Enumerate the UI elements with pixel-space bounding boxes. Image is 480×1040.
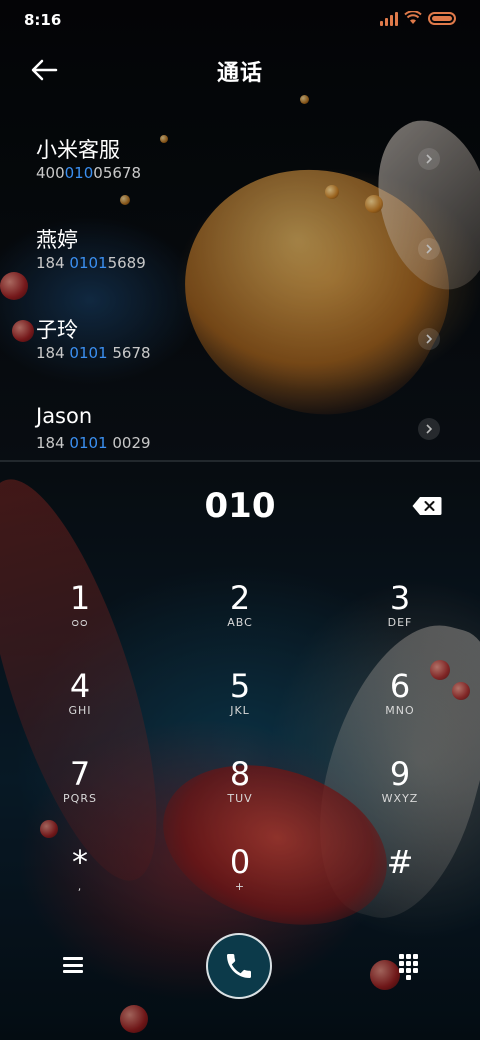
phone-icon — [227, 954, 251, 978]
key-star[interactable]: *, — [20, 842, 140, 922]
contact-number: 40001005678 — [36, 164, 141, 182]
status-icons — [380, 10, 456, 26]
backspace-icon[interactable] — [412, 496, 442, 516]
chevron-right-icon[interactable] — [418, 328, 440, 350]
contact-name: 子玲 — [36, 318, 78, 342]
chevron-right-icon[interactable] — [418, 418, 440, 440]
signal-icon — [380, 10, 398, 26]
voicemail-icon: ᴑᴑ — [71, 616, 89, 629]
chevron-right-icon[interactable] — [418, 148, 440, 170]
key-8[interactable]: 8 TUV — [180, 754, 300, 834]
dial-keypad: 1 ᴑᴑ 2 ABC 3 DEF 4 GHI 5 JKL 6 MNO 7 PQRS 8 TUV … — [0, 570, 480, 920]
contact-name: 燕婷 — [36, 228, 78, 252]
key-6[interactable]: 6 MNO — [340, 666, 460, 746]
divider — [0, 460, 480, 462]
key-9[interactable]: 9 WXYZ — [340, 754, 460, 834]
battery-icon — [428, 11, 456, 25]
key-0[interactable]: 0 + — [180, 842, 300, 922]
contact-item[interactable]: 燕婷 184 01015689 — [0, 210, 480, 290]
contact-number: 184 0101 0029 — [36, 434, 151, 452]
menu-icon[interactable] — [63, 957, 83, 973]
key-3[interactable]: 3 DEF — [340, 578, 460, 658]
contact-number: 184 01015689 — [36, 254, 146, 272]
dialpad-icon[interactable] — [398, 954, 418, 980]
dialed-number: 010 — [204, 486, 276, 526]
contact-item[interactable]: 子玲 184 0101 5678 — [0, 300, 480, 380]
key-1[interactable]: 1 ᴑᴑ — [20, 578, 140, 658]
key-5[interactable]: 5 JKL — [180, 666, 300, 746]
wifi-icon — [404, 11, 422, 24]
chevron-right-icon[interactable] — [418, 238, 440, 260]
call-button[interactable] — [206, 933, 272, 999]
status-time: 8:16 — [24, 11, 62, 29]
page-title: 通话 — [216, 61, 263, 86]
contact-name: Jason — [36, 404, 93, 428]
contact-item[interactable]: 小米客服 40001005678 — [0, 120, 480, 200]
contact-number: 184 0101 5678 — [36, 344, 151, 362]
status-bar: 8:16 — [0, 0, 480, 40]
contact-name: 小米客服 — [36, 138, 120, 162]
key-hash[interactable]: # — [340, 842, 460, 922]
key-2[interactable]: 2 ABC — [180, 578, 300, 658]
contact-item[interactable]: Jason 184 0101 0029 — [0, 390, 480, 470]
key-7[interactable]: 7 PQRS — [20, 754, 140, 834]
key-4[interactable]: 4 GHI — [20, 666, 140, 746]
